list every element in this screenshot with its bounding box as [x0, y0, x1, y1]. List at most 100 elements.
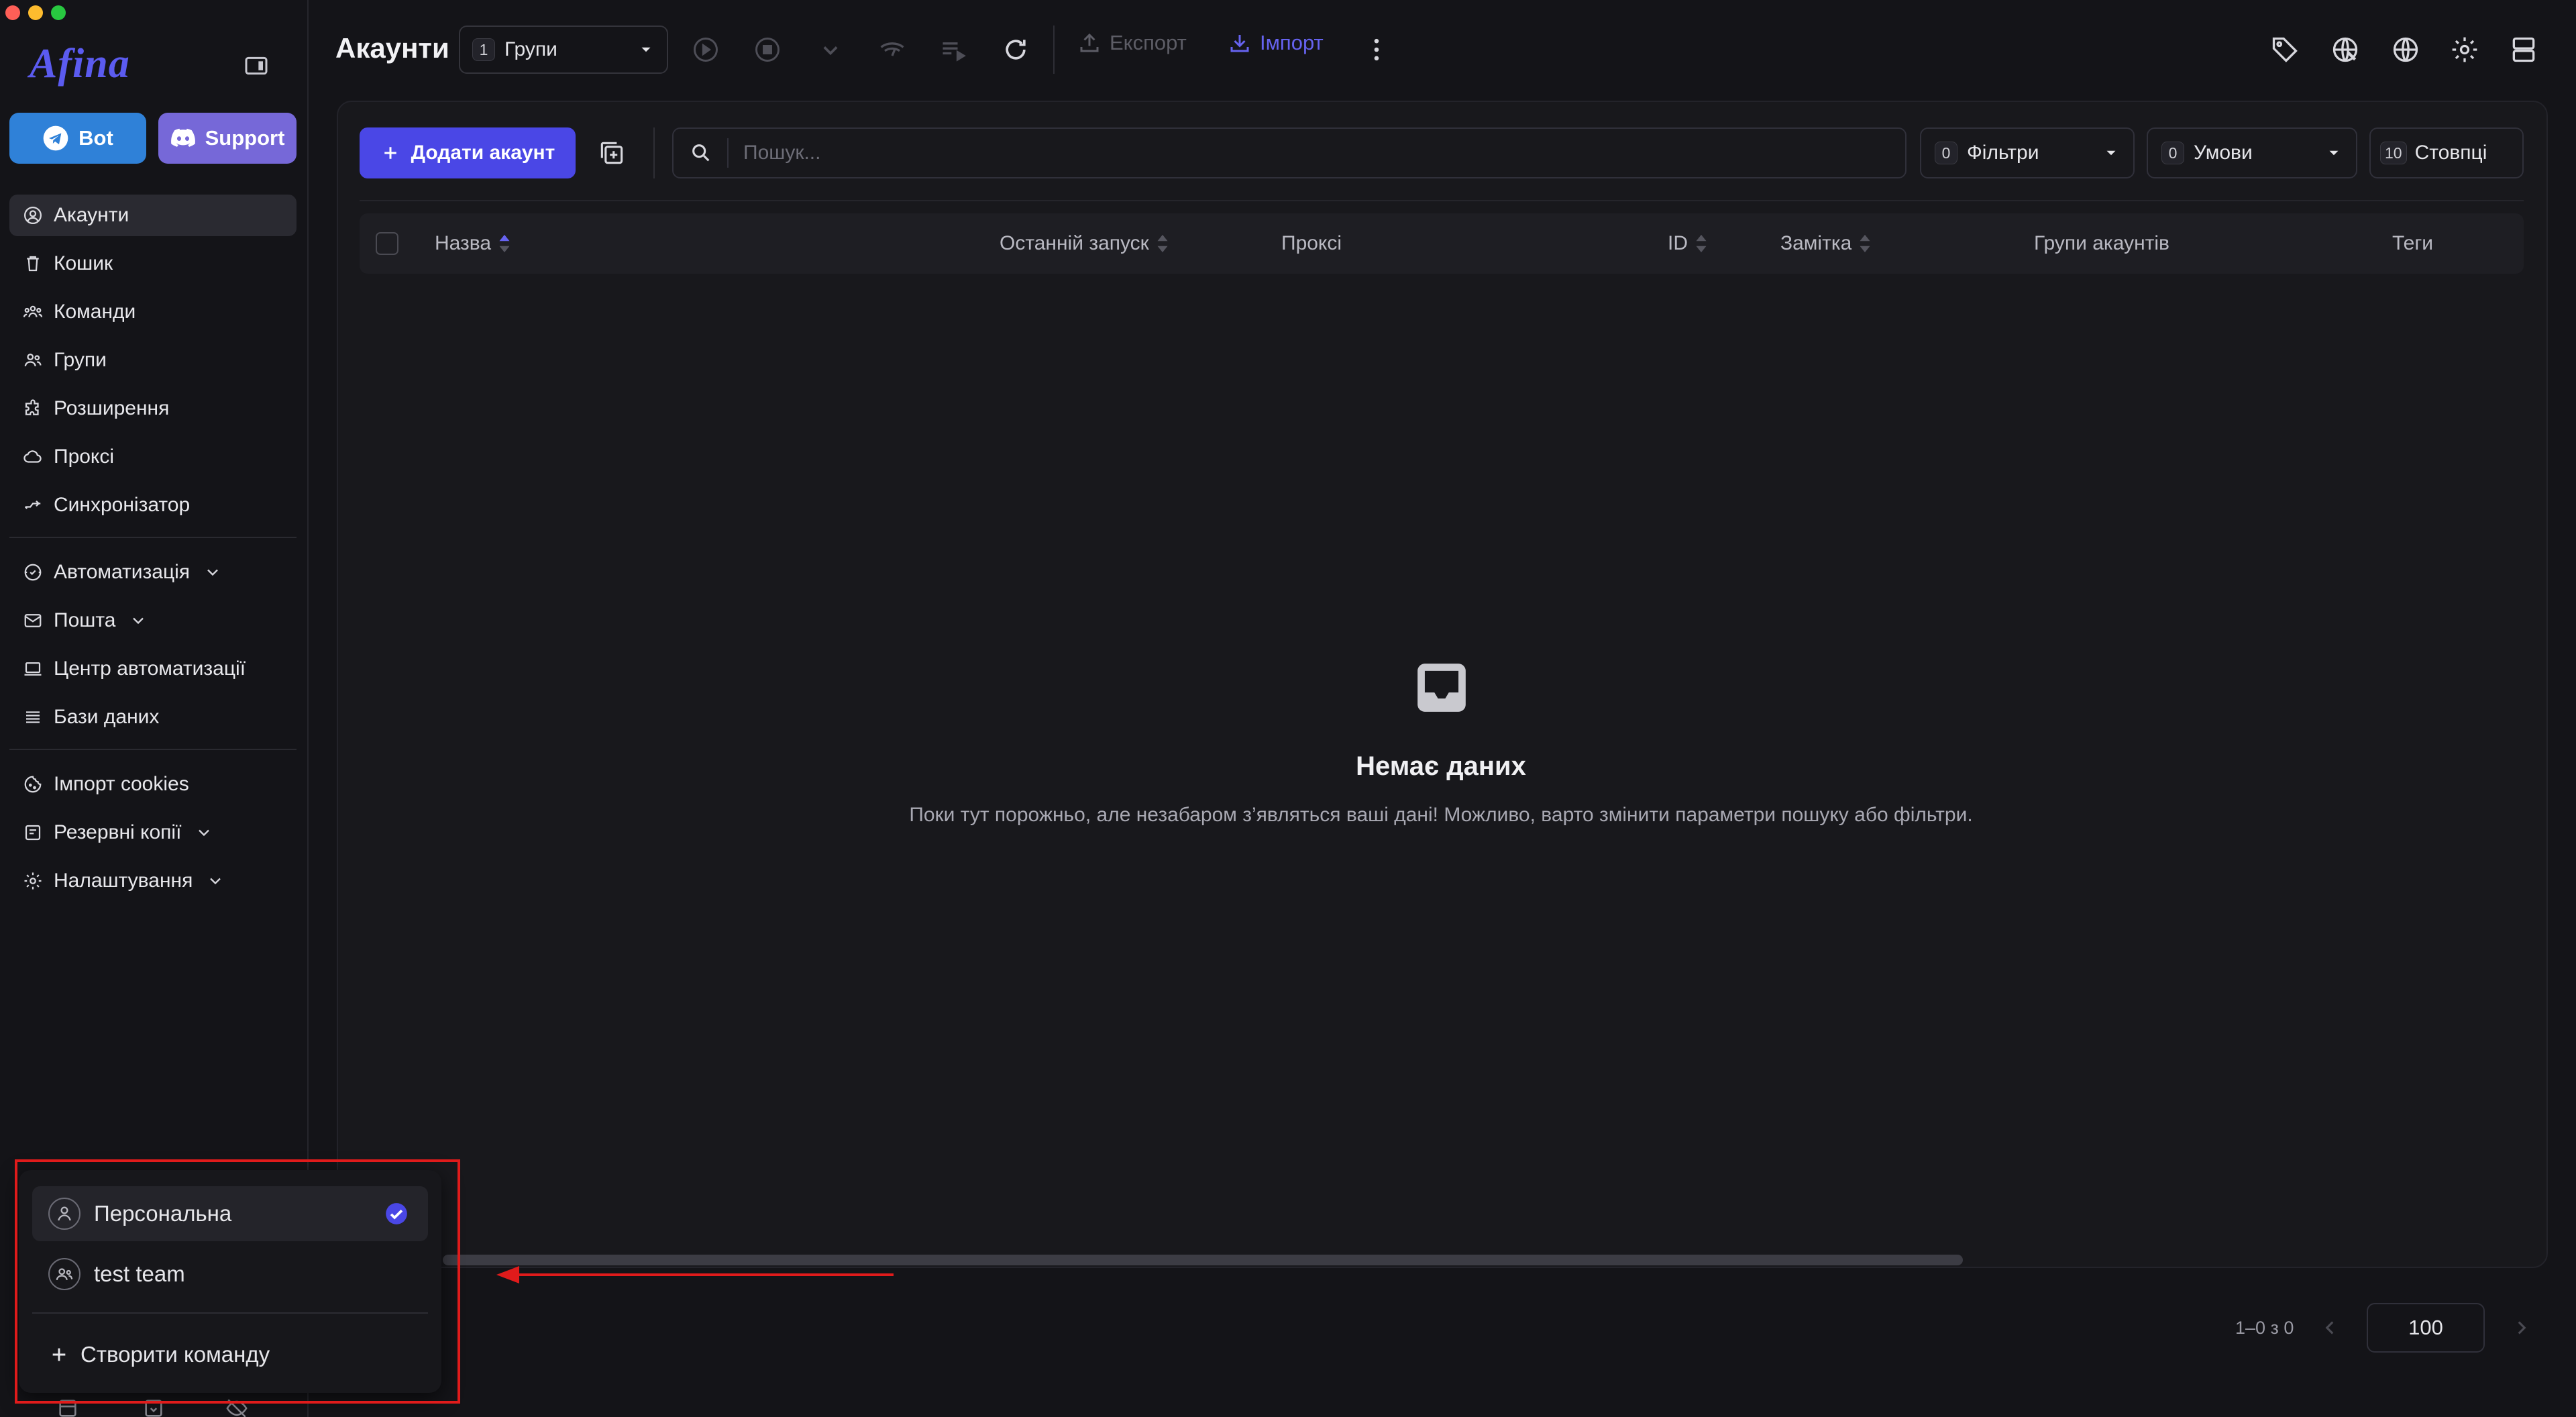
import-button[interactable]: Імпорт: [1228, 31, 1324, 55]
sync-icon: [24, 500, 41, 509]
sidebar-item-label: Пошта: [54, 609, 116, 631]
export-button[interactable]: Експорт: [1077, 31, 1187, 55]
toolbar-separator: [360, 200, 2524, 201]
highlight-annotation: [15, 1159, 460, 1404]
filters-dropdown[interactable]: 0 Фільтри: [1920, 127, 2135, 178]
sidebar-item-settings[interactable]: Налаштування: [9, 860, 297, 902]
search-icon: [692, 144, 710, 162]
column-header-account-groups[interactable]: Групи акаунтів: [2034, 232, 2169, 255]
next-page-icon[interactable]: [2510, 1316, 2533, 1339]
columns-button[interactable]: 10 Стовпці: [2369, 127, 2524, 178]
inbox-icon: [1413, 659, 1470, 717]
discord-icon: [170, 128, 195, 147]
upload-icon: [1080, 33, 1099, 52]
sidebar-item-proxy[interactable]: Проксі: [9, 436, 297, 478]
app-logo: Afina: [30, 41, 130, 87]
tag-icon[interactable]: [2270, 35, 2300, 64]
prev-page-icon[interactable]: [2318, 1316, 2341, 1339]
puzzle-icon: [25, 399, 39, 415]
add-multiple-icon[interactable]: [597, 138, 627, 168]
maximize-window-button[interactable]: [51, 5, 66, 20]
laptop-icon: [24, 662, 42, 676]
gear-icon[interactable]: [2450, 35, 2479, 64]
sidebar-divider: [9, 537, 297, 538]
conditions-dropdown[interactable]: 0 Умови: [2147, 127, 2357, 178]
support-label: Support: [205, 126, 285, 150]
export-label: Експорт: [1110, 31, 1187, 54]
groups-select[interactable]: 1 Групи: [459, 25, 668, 74]
sidebar-item-teams[interactable]: Команди: [9, 291, 297, 333]
column-header-proxy[interactable]: Проксі: [1281, 232, 1342, 255]
sidebar-item-extensions[interactable]: Розширення: [9, 388, 297, 429]
sidebar-item-label: Бази даних: [54, 706, 160, 728]
sidebar-item-databases[interactable]: Бази даних: [9, 696, 297, 738]
sort-icon: [1860, 234, 1870, 253]
sort-icon: [1696, 234, 1707, 253]
chevron-down-icon: [133, 617, 144, 625]
search-box[interactable]: [672, 127, 1907, 178]
pagination-range: 1–0 з 0: [2235, 1318, 2294, 1338]
play-icon[interactable]: [691, 35, 720, 64]
stop-icon[interactable]: [753, 35, 782, 64]
empty-state-subtitle: Поки тут порожньо, але незабаром з’являт…: [909, 804, 1973, 826]
column-header-tags[interactable]: Теги: [2392, 232, 2433, 255]
add-account-label: Додати акаунт: [411, 142, 555, 164]
empty-state-title: Немає даних: [1356, 751, 1526, 781]
column-header-note[interactable]: Замітка: [1780, 232, 1872, 255]
refresh-icon[interactable]: [1001, 35, 1030, 64]
sort-icon: [1157, 234, 1168, 253]
telegram-icon: [43, 125, 68, 151]
sidebar-item-trash[interactable]: Кошик: [9, 243, 297, 284]
cloud-icon: [23, 450, 42, 463]
select-all-checkbox[interactable]: [376, 232, 398, 255]
chevron-down-icon: [207, 569, 218, 576]
layout-rows-icon[interactable]: [2509, 35, 2538, 64]
filters-label: Фільтри: [1967, 142, 2039, 164]
plus-icon: [384, 147, 396, 159]
toolbar-divider: [653, 127, 655, 178]
conditions-count-badge: 0: [2161, 142, 2184, 164]
close-window-button[interactable]: [5, 5, 20, 20]
column-header-last-run[interactable]: Останній запуск: [1000, 232, 1169, 255]
sidebar-item-label: Синхронізатор: [54, 494, 191, 516]
playlist-icon[interactable]: [939, 35, 969, 64]
automation-icon: [24, 564, 42, 581]
sidebar-item-mail[interactable]: Пошта: [9, 600, 297, 641]
signal-icon[interactable]: [877, 35, 907, 64]
column-header-name[interactable]: Назва: [435, 232, 511, 255]
sidebar-item-automation-center[interactable]: Центр автоматизації: [9, 648, 297, 690]
sidebar-item-label: Проксі: [54, 445, 115, 468]
mail-icon: [24, 614, 42, 627]
bot-button[interactable]: Bot: [9, 113, 146, 164]
sidebar-item-label: Розширення: [54, 397, 170, 419]
users-icon: [24, 354, 42, 366]
chevron-down-icon[interactable]: [816, 35, 845, 64]
sidebar-item-label: Акаунти: [54, 204, 129, 226]
support-button[interactable]: Support: [158, 113, 297, 164]
groups-select-label: Групи: [504, 38, 557, 60]
add-account-button[interactable]: Додати акаунт: [360, 127, 576, 178]
team-icon: [23, 305, 43, 317]
gear-icon: [24, 872, 42, 890]
globe-off-icon[interactable]: [2330, 35, 2360, 64]
sidebar-item-label: Налаштування: [54, 870, 193, 892]
sidebar-item-synchronizer[interactable]: Синхронізатор: [9, 484, 297, 526]
sidebar-item-automation[interactable]: Автоматизація: [9, 552, 297, 593]
column-header-id[interactable]: ID: [1668, 232, 1708, 255]
list-icon: [26, 711, 40, 723]
chevron-down-icon: [210, 878, 221, 885]
globe-icon[interactable]: [2391, 35, 2420, 64]
columns-count-badge: 10: [2380, 142, 2407, 164]
bot-label: Bot: [78, 126, 113, 150]
sidebar-item-groups[interactable]: Групи: [9, 339, 297, 381]
search-input[interactable]: [729, 141, 1905, 165]
sidebar-item-label: Групи: [54, 349, 107, 371]
caret-down-icon: [2106, 150, 2116, 156]
page-size-input[interactable]: 100: [2367, 1303, 2485, 1353]
page-title: Акаунти: [335, 32, 449, 64]
sidebar-item-accounts[interactable]: Акаунти: [9, 195, 297, 236]
more-vertical-icon[interactable]: [1362, 35, 1391, 64]
minimize-window-button[interactable]: [28, 5, 43, 20]
sidebar-divider: [9, 749, 297, 750]
sidebar-collapse-icon[interactable]: [243, 52, 270, 79]
